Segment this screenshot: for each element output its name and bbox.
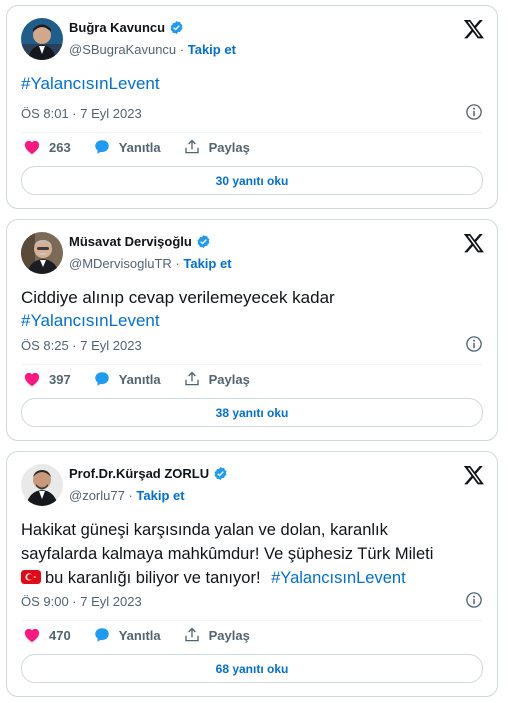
verified-badge-icon xyxy=(197,234,210,249)
author-handle[interactable]: @MDervisogluTR xyxy=(69,256,172,271)
share-label: Paylaş xyxy=(208,627,250,643)
author-handle[interactable]: @SBugraKavuncu xyxy=(69,42,176,57)
tweet-text-line: Hakikat güneşi karşısında yalan ve dolan… xyxy=(21,521,388,539)
x-logo-icon[interactable] xyxy=(463,464,485,486)
follow-button[interactable]: Takip et xyxy=(188,42,236,57)
tweet-timestamp[interactable]: ÖS 8:01 · 7 Eyl 2023 xyxy=(21,106,142,121)
reply-button[interactable]: Yanıtla xyxy=(93,138,161,156)
author-name-text[interactable]: Müsavat Dervişoğlu xyxy=(69,234,192,249)
like-count: 397 xyxy=(49,371,71,387)
comment-bubble-icon xyxy=(94,372,109,386)
info-icon[interactable] xyxy=(465,335,483,353)
reply-label: Yanıtla xyxy=(118,371,161,387)
reply-label: Yanıtla xyxy=(118,139,161,155)
turkey-flag-icon xyxy=(21,570,41,584)
tweet-timestamp[interactable]: ÖS 9:00 · 7 Eyl 2023 xyxy=(21,594,142,609)
tweet-text: #YalancısınLevent xyxy=(21,72,483,95)
read-replies-button[interactable]: 68 yanıtı oku xyxy=(21,654,483,683)
x-logo-icon[interactable] xyxy=(463,232,485,254)
author-handle[interactable]: @zorlu77 xyxy=(69,488,125,503)
like-count: 263 xyxy=(49,139,71,155)
read-replies-label: 38 yanıtı oku xyxy=(215,405,289,420)
action-bar: 263 Yanıtla Paylaş xyxy=(23,138,272,156)
tweet-card: Müsavat Dervişoğlu @MDervisogluTR · Taki… xyxy=(6,219,498,441)
tweet-card: Prof.Dr.Kürşad ZORLU @zorlu77 · Takip et… xyxy=(6,451,498,697)
share-icon xyxy=(184,139,199,154)
share-button[interactable]: Paylaş xyxy=(183,138,250,156)
author-name-text[interactable]: Buğra Kavuncu xyxy=(69,20,165,35)
info-icon[interactable] xyxy=(465,591,483,609)
heart-icon xyxy=(24,628,40,643)
follow-button[interactable]: Takip et xyxy=(183,256,231,271)
tweet-text: Ciddiye alınıp cevap verilemeyecek kadar… xyxy=(21,286,483,332)
tweet-text-line: sayfalarda kalmaya mahkûmdur! Ve şüphesi… xyxy=(21,545,434,563)
like-button[interactable]: 263 xyxy=(23,138,71,156)
tweet-timestamp[interactable]: ÖS 8:25 · 7 Eyl 2023 xyxy=(21,338,142,353)
hashtag-link[interactable]: #YalancısınLevent xyxy=(21,311,160,330)
share-button[interactable]: Paylaş xyxy=(183,370,250,388)
author-name[interactable]: Buğra Kavuncu xyxy=(69,20,184,35)
action-bar: 470 Yanıtla Paylaş xyxy=(23,626,272,644)
comment-bubble-icon xyxy=(94,140,109,154)
divider xyxy=(21,620,483,621)
tweet-text-line: bu karanlığı biliyor ve tanıyor! xyxy=(45,569,261,587)
avatar[interactable] xyxy=(21,464,63,506)
reply-label: Yanıtla xyxy=(118,627,161,643)
heart-icon xyxy=(24,372,40,387)
handle-row: @SBugraKavuncu · Takip et xyxy=(69,42,236,57)
handle-row: @zorlu77 · Takip et xyxy=(69,488,185,503)
follow-button[interactable]: Takip et xyxy=(136,488,184,503)
read-replies-label: 68 yanıtı oku xyxy=(215,661,289,676)
share-icon xyxy=(184,371,199,386)
reply-button[interactable]: Yanıtla xyxy=(93,370,161,388)
author-name[interactable]: Prof.Dr.Kürşad ZORLU xyxy=(69,466,228,481)
action-bar: 397 Yanıtla Paylaş xyxy=(23,370,272,388)
like-button[interactable]: 397 xyxy=(23,370,71,388)
divider xyxy=(21,364,483,365)
share-icon xyxy=(184,627,199,642)
tweet-text-line: Ciddiye alınıp cevap verilemeyecek kadar xyxy=(21,288,335,307)
tweet-card: Buğra Kavuncu @SBugraKavuncu · Takip et … xyxy=(6,5,498,209)
info-icon[interactable] xyxy=(465,103,483,121)
share-label: Paylaş xyxy=(208,371,250,387)
avatar[interactable] xyxy=(21,18,63,60)
share-button[interactable]: Paylaş xyxy=(183,626,250,644)
read-replies-button[interactable]: 38 yanıtı oku xyxy=(21,398,483,427)
author-name[interactable]: Müsavat Dervişoğlu xyxy=(69,234,211,249)
heart-icon xyxy=(24,140,40,155)
share-label: Paylaş xyxy=(208,139,250,155)
verified-badge-icon xyxy=(214,466,227,481)
like-button[interactable]: 470 xyxy=(23,626,71,644)
avatar[interactable] xyxy=(21,232,63,274)
verified-badge-icon xyxy=(170,20,183,35)
x-logo-icon[interactable] xyxy=(463,18,485,40)
read-replies-label: 30 yanıtı oku xyxy=(215,173,289,188)
read-replies-button[interactable]: 30 yanıtı oku xyxy=(21,166,483,195)
tweet-text: Hakikat güneşi karşısında yalan ve dolan… xyxy=(21,518,483,590)
hashtag-link[interactable]: #YalancısınLevent xyxy=(271,569,406,587)
divider xyxy=(21,132,483,133)
like-count: 470 xyxy=(49,627,71,643)
handle-row: @MDervisogluTR · Takip et xyxy=(69,256,232,271)
author-name-text[interactable]: Prof.Dr.Kürşad ZORLU xyxy=(69,466,209,481)
hashtag-link[interactable]: #YalancısınLevent xyxy=(21,74,160,93)
comment-bubble-icon xyxy=(94,628,109,642)
reply-button[interactable]: Yanıtla xyxy=(93,626,161,644)
